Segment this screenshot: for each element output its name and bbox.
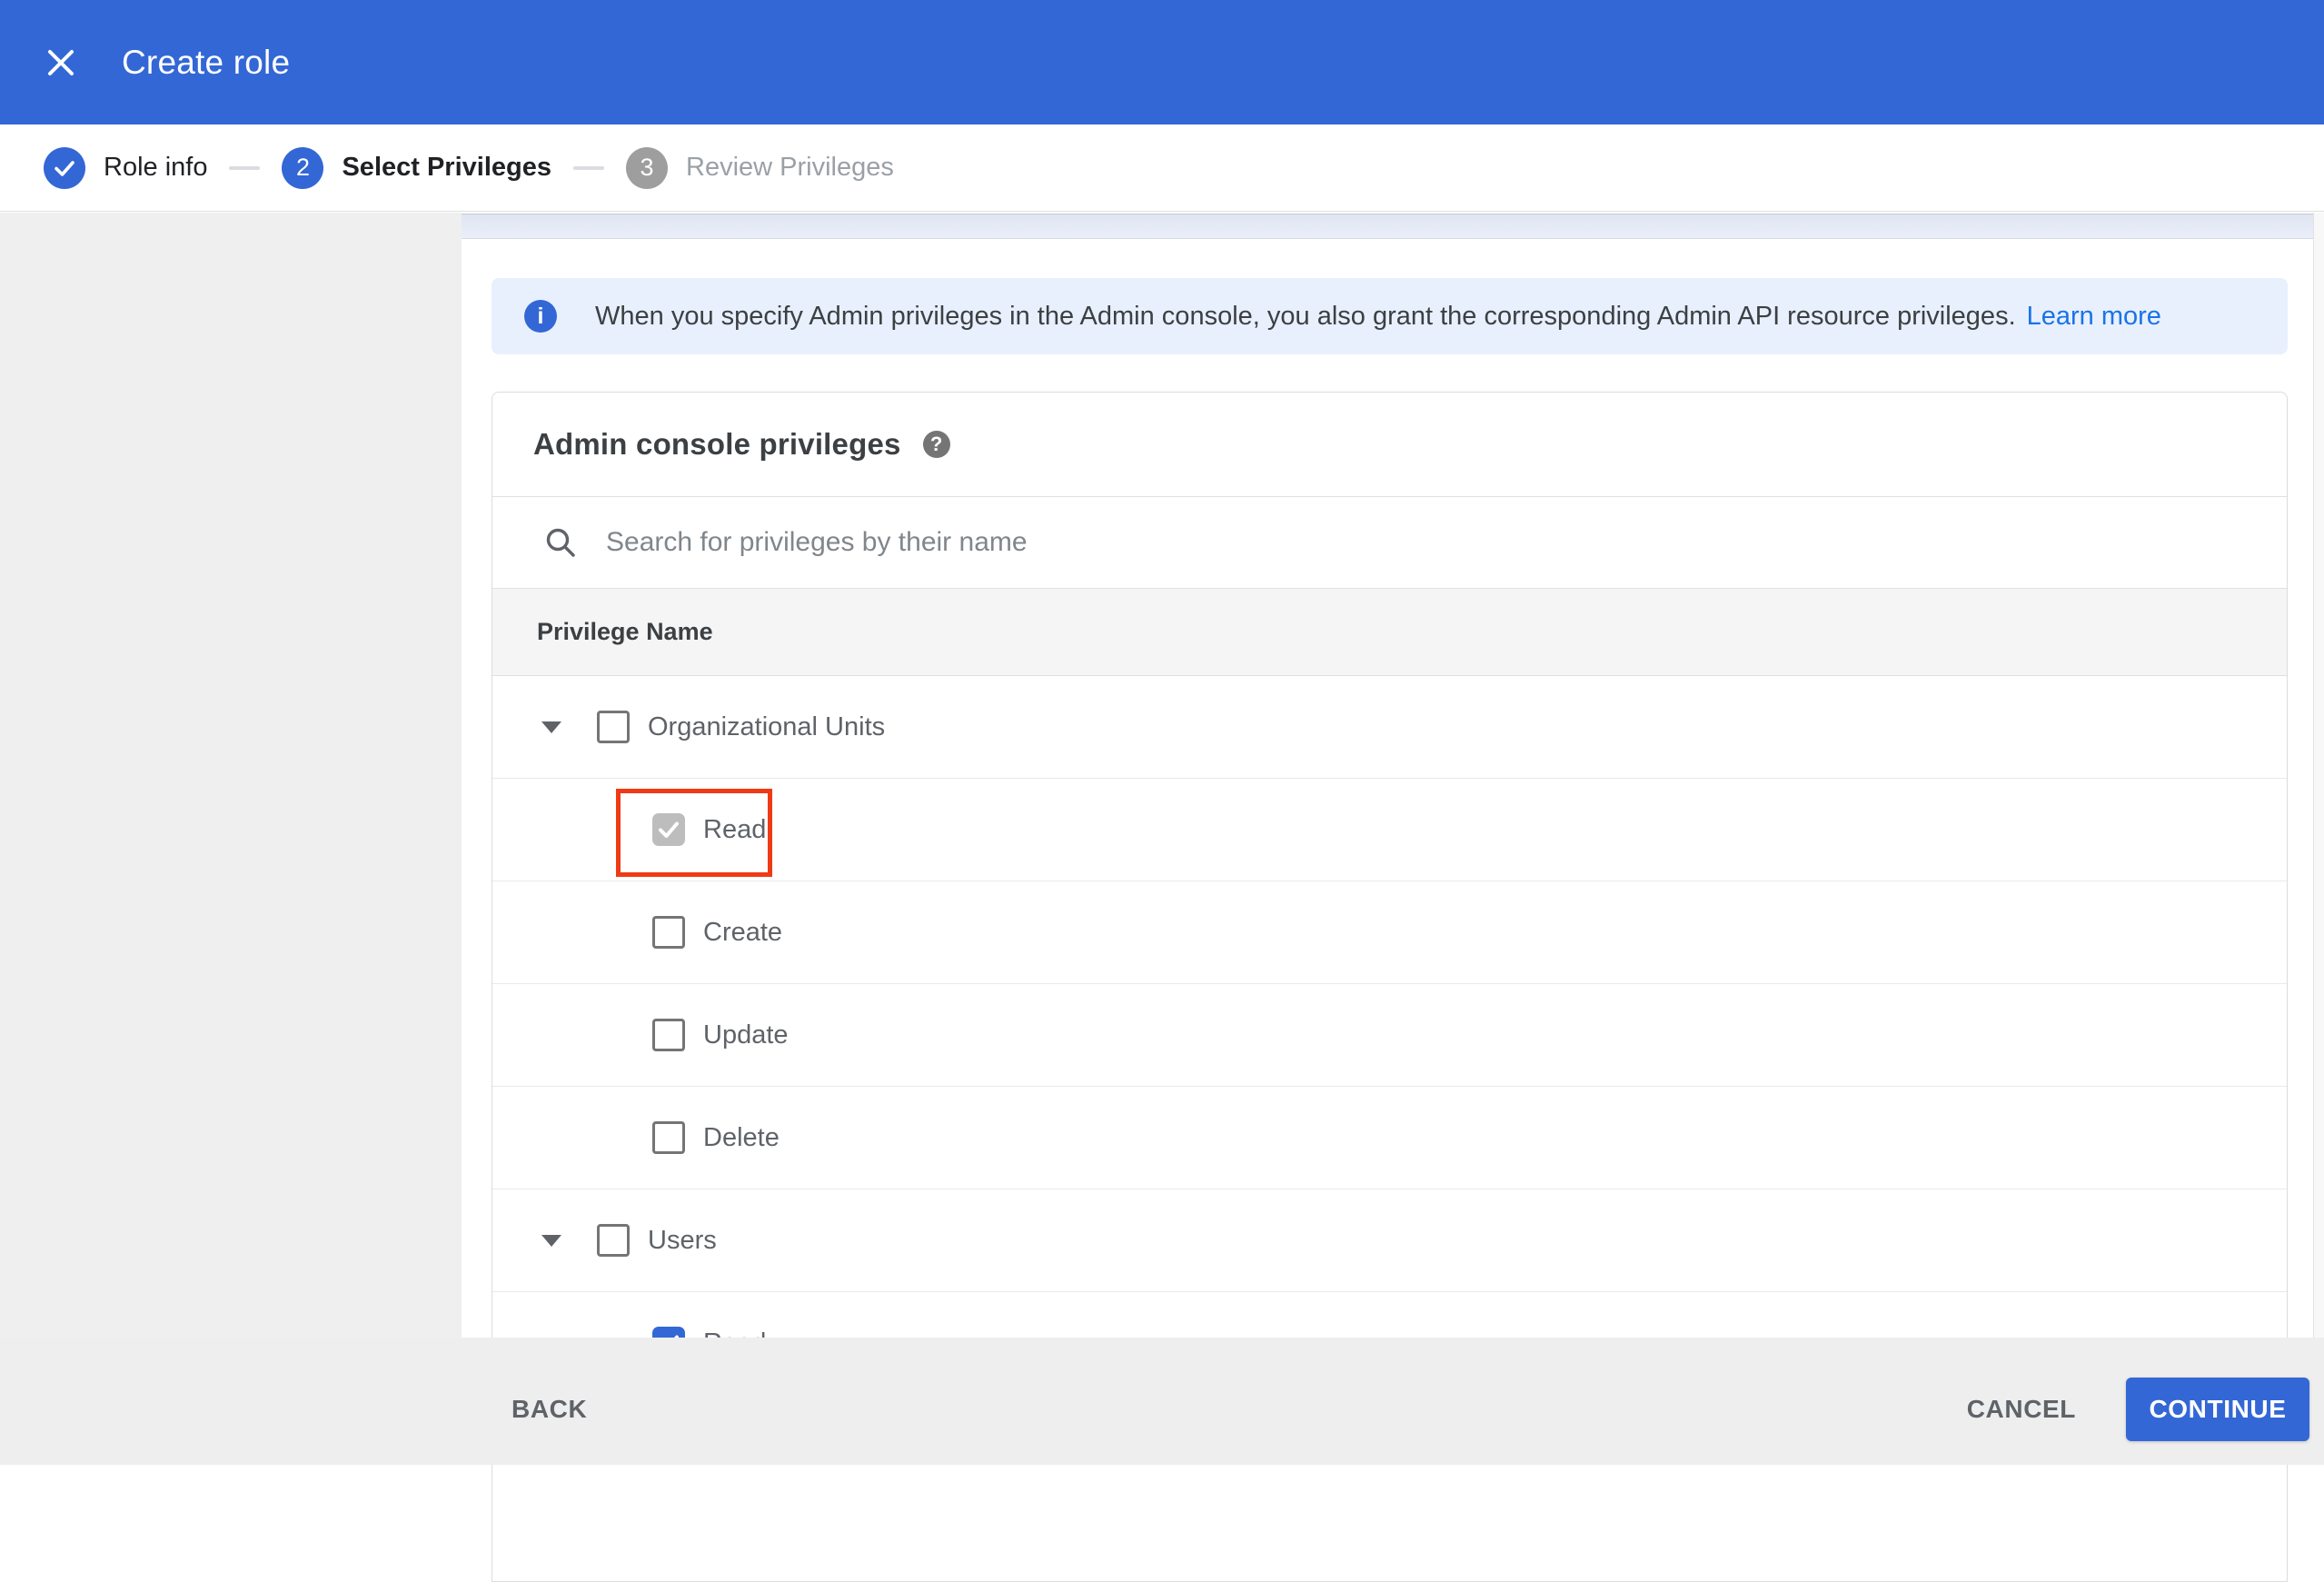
- privileges-search-row: [492, 496, 2287, 588]
- close-icon[interactable]: [45, 47, 76, 78]
- learn-more-link[interactable]: Learn more: [2027, 302, 2161, 332]
- scrolled-content-edge: [462, 214, 2313, 239]
- row-label: Read: [703, 814, 767, 844]
- step2-number: 2: [282, 146, 324, 189]
- privilege-name-header: Privilege Name: [537, 618, 713, 645]
- org-units-checkbox[interactable]: [597, 711, 630, 743]
- read-checkbox-checked[interactable]: [652, 813, 685, 846]
- appbar: Create role: [0, 0, 2324, 124]
- step3-label: Review Privileges: [686, 153, 894, 182]
- help-icon[interactable]: ?: [922, 431, 950, 458]
- table-row: Organizational Units: [492, 676, 2287, 779]
- expander-arrow-icon[interactable]: [541, 721, 561, 733]
- step-review-privileges[interactable]: 3 Review Privileges: [626, 146, 894, 189]
- search-icon: [544, 526, 577, 559]
- card-title: Admin console privileges: [533, 427, 901, 461]
- expander-arrow-icon[interactable]: [541, 1234, 561, 1247]
- footer-bar: BACK CANCEL CONTINUE: [0, 1338, 2324, 1465]
- table-row: Read: [492, 779, 2287, 881]
- step2-label: Select Privileges: [342, 153, 551, 182]
- step-role-info[interactable]: Role info: [44, 146, 208, 189]
- delete-checkbox[interactable]: [652, 1121, 685, 1154]
- step-divider: [573, 165, 604, 170]
- update-checkbox[interactable]: [652, 1019, 685, 1051]
- footer-actions: CANCEL CONTINUE: [1967, 1378, 2309, 1441]
- continue-button[interactable]: CONTINUE: [2126, 1378, 2309, 1441]
- table-row: Update: [492, 984, 2287, 1087]
- card-header: Admin console privileges ?: [492, 393, 2287, 496]
- step3-number: 3: [626, 146, 668, 189]
- content-area: i When you specify Admin privileges in t…: [462, 213, 2313, 1582]
- table-row: Delete: [492, 1087, 2287, 1189]
- info-banner: i When you specify Admin privileges in t…: [492, 278, 2288, 354]
- stepper: Role info 2 Select Privileges 3 Review P…: [0, 124, 2324, 212]
- left-gutter-panel: [0, 213, 462, 1465]
- row-label: Update: [703, 1020, 789, 1050]
- row-label: Users: [648, 1225, 717, 1255]
- vertical-scrollbar[interactable]: [2313, 213, 2324, 1338]
- users-checkbox[interactable]: [597, 1224, 630, 1257]
- row-label: Create: [703, 917, 783, 947]
- row-label: Organizational Units: [648, 711, 886, 741]
- info-banner-text: When you specify Admin privileges in the…: [595, 301, 2016, 331]
- step1-check-icon: [44, 146, 85, 189]
- step1-label: Role info: [104, 153, 208, 182]
- row-label: Delete: [703, 1122, 780, 1152]
- info-icon: i: [524, 300, 557, 333]
- step-divider: [229, 165, 261, 170]
- search-input[interactable]: [604, 526, 2287, 559]
- table-column-header: Privilege Name: [492, 588, 2287, 676]
- create-checkbox[interactable]: [652, 916, 685, 949]
- dialog-title: Create role: [122, 43, 291, 81]
- back-button[interactable]: BACK: [511, 1395, 587, 1424]
- step-select-privileges[interactable]: 2 Select Privileges: [282, 146, 551, 189]
- table-row: Create: [492, 881, 2287, 984]
- cancel-button[interactable]: CANCEL: [1967, 1395, 2076, 1424]
- table-row: Users: [492, 1189, 2287, 1292]
